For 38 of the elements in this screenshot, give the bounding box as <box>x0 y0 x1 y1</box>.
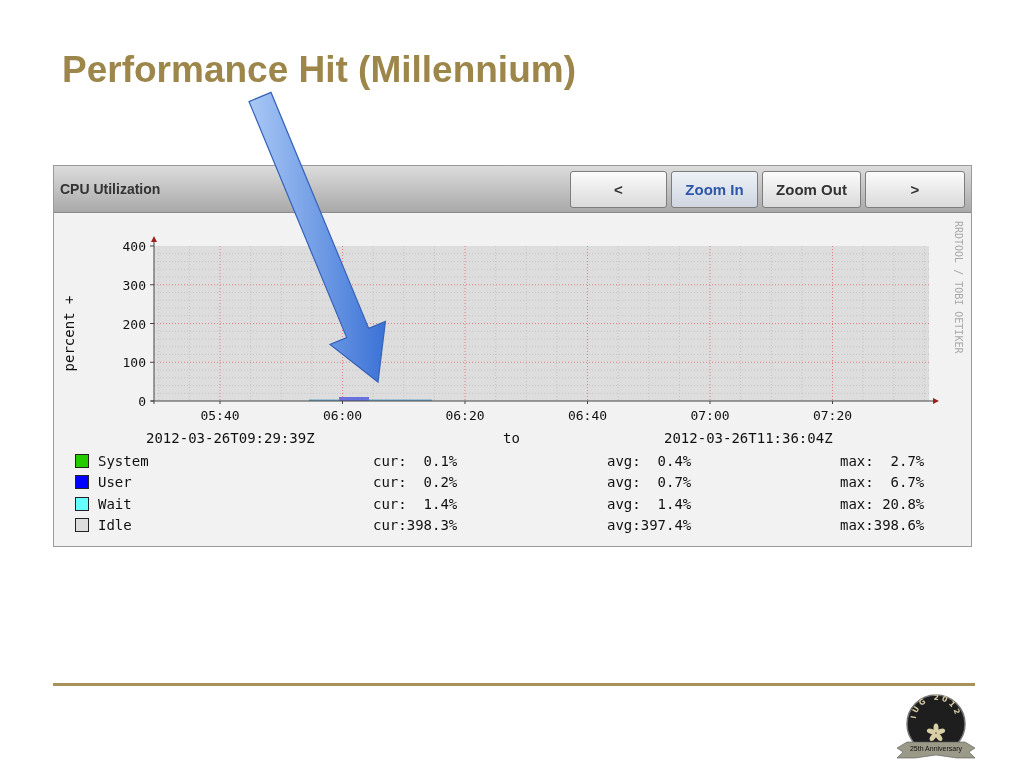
nav-button[interactable]: < <box>570 170 667 208</box>
legend-value: cur: 1.4% <box>373 495 459 512</box>
range-separator: to <box>503 430 521 446</box>
credit-text: RRDTOOL / TOBI OETIKER <box>953 221 964 354</box>
range-date: 2012-03-26T09:29:39Z <box>146 430 316 446</box>
legend-value: cur: 0.2% <box>373 474 459 491</box>
legend-value: cur:398.3% <box>373 517 459 534</box>
y-axis-label: percent + <box>61 295 77 372</box>
slide-title: Performance Hit (Millennium) <box>62 48 576 92</box>
nav-button[interactable]: > <box>865 170 965 208</box>
legend-value: cur: 0.1% <box>373 452 459 469</box>
x-tick-label: 07:20 <box>812 408 853 423</box>
legend-value: max: 6.7% <box>840 474 926 491</box>
nav-button[interactable]: Zoom Out <box>762 170 861 208</box>
legend-value: max: 2.7% <box>840 452 926 469</box>
legend-value: avg: 1.4% <box>607 495 693 512</box>
nav-button[interactable]: Zoom In <box>671 170 758 208</box>
legend-label: Wait <box>98 495 132 512</box>
legend-label: Idle <box>98 517 132 534</box>
legend-label: System <box>98 452 149 469</box>
x-tick-label: 05:40 <box>200 408 240 423</box>
x-tick-label: 06:40 <box>567 408 608 423</box>
y-tick-label: 200 <box>122 316 146 332</box>
legend-value: max:398.6% <box>840 517 926 534</box>
legend-value: avg: 0.4% <box>607 452 693 469</box>
y-tick-label: 300 <box>122 277 146 293</box>
x-tick-label: 07:00 <box>690 408 730 423</box>
y-tick-label: 400 <box>122 239 146 254</box>
panel-title: CPU Utilization <box>60 181 161 197</box>
x-tick-label: 06:20 <box>445 408 485 423</box>
x-tick-label: 06:00 <box>322 408 363 423</box>
legend-label: User <box>98 474 132 491</box>
range-date: 2012-03-26T11:36:04Z <box>664 430 834 446</box>
y-tick-label: 0 <box>138 394 146 409</box>
y-tick-label: 100 <box>122 355 146 371</box>
legend-value: avg:397.4% <box>607 517 693 534</box>
legend-value: avg: 0.7% <box>607 474 693 491</box>
legend-value: max: 20.8% <box>840 495 926 512</box>
